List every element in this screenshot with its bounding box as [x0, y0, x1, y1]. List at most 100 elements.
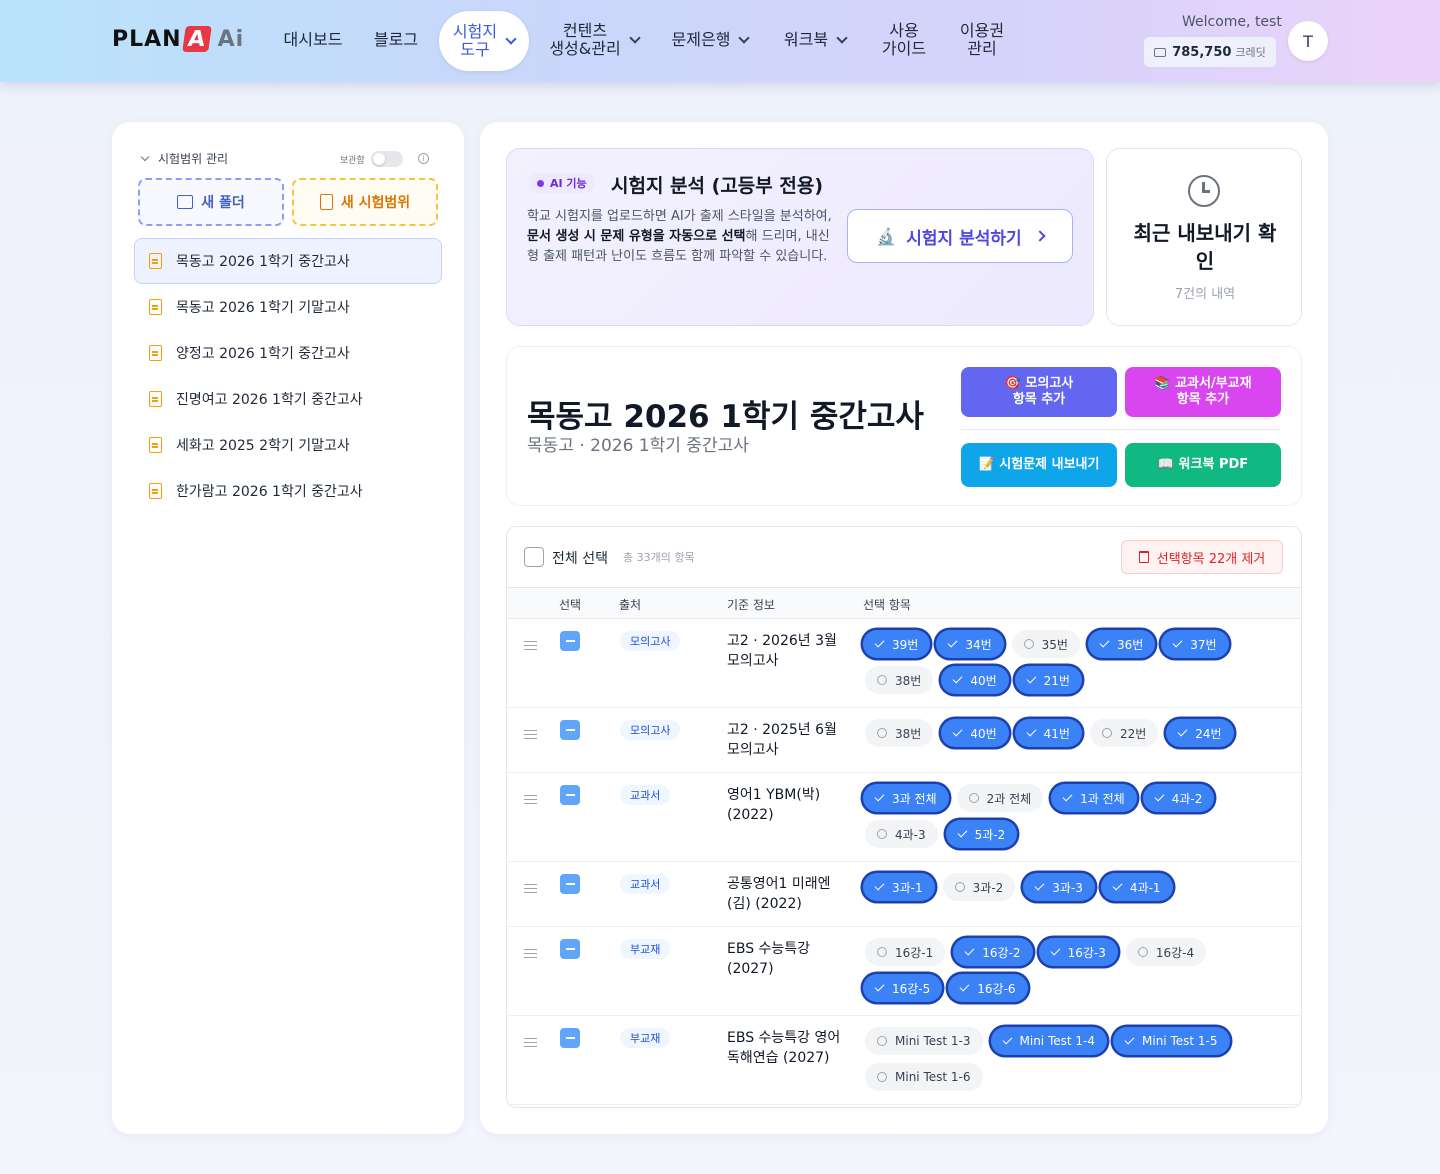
- credit-badge[interactable]: 785,750 크레딧: [1144, 37, 1276, 67]
- item-chip[interactable]: 5과-2: [945, 820, 1018, 848]
- item-chip[interactable]: 39번: [863, 630, 931, 658]
- chevron-down-icon: [629, 32, 641, 44]
- item-chip[interactable]: 16강-4: [1125, 938, 1207, 966]
- range-item[interactable]: 한가람고 2026 1학기 중간고사: [134, 468, 442, 514]
- item-chip[interactable]: Mini Test 1-4: [990, 1027, 1107, 1055]
- chevron-down-icon: [738, 32, 751, 44]
- table-row: 교과서 공통영어1 미래엔 (김) (2022) 3과-1 3과-2 3과-3 4과-1: [507, 862, 1301, 927]
- nav-workbook[interactable]: 워크북: [782, 28, 848, 52]
- add-textbook-button[interactable]: 📚 교과서/부교재 항목 추가: [1125, 367, 1281, 417]
- nav-subscription[interactable]: 이용권 관리: [954, 20, 1010, 60]
- row-partial-checkbox[interactable]: [560, 720, 580, 740]
- item-chip[interactable]: 34번: [936, 630, 1004, 658]
- add-mock-exam-line2: 항목 추가: [1012, 392, 1066, 407]
- drag-handle-icon[interactable]: [524, 795, 537, 804]
- item-chip-label: 3과-2: [972, 880, 1004, 895]
- drag-handle-icon[interactable]: [524, 1038, 537, 1047]
- item-chip[interactable]: 4과-3: [865, 820, 938, 848]
- row-partial-checkbox[interactable]: [560, 785, 580, 805]
- drag-handle-icon[interactable]: [524, 730, 537, 739]
- add-mock-exam-button[interactable]: 🎯 모의고사 항목 추가: [961, 367, 1117, 417]
- row-partial-checkbox[interactable]: [560, 631, 580, 651]
- document-icon: [149, 391, 162, 407]
- row-partial-checkbox[interactable]: [560, 874, 580, 894]
- nav-subscription-line1: 이용권: [959, 21, 1005, 40]
- new-folder-button[interactable]: 새 폴더: [138, 178, 284, 226]
- ai-card-description: 학교 시험지를 업로드하면 AI가 출제 스타일을 분석하여, 문서 생성 시 문…: [527, 207, 833, 267]
- check-icon: [1002, 1034, 1012, 1045]
- nav-content[interactable]: 컨텐츠 생성&관리: [548, 20, 641, 60]
- row-partial-checkbox[interactable]: [560, 939, 580, 959]
- item-chip[interactable]: Mini Test 1-5: [1113, 1027, 1230, 1055]
- item-chip[interactable]: Mini Test 1-6: [865, 1063, 983, 1091]
- export-exam-label: 📝 시험문제 내보내기: [978, 457, 1100, 472]
- source-badge: 부교재: [620, 939, 671, 959]
- item-chip[interactable]: 41번: [1014, 719, 1082, 747]
- nav-blog[interactable]: 블로그: [370, 28, 422, 52]
- item-chip[interactable]: 35번: [1011, 630, 1080, 658]
- item-chip[interactable]: 3과 전체: [863, 784, 949, 812]
- new-range-button[interactable]: 새 시험범위: [292, 178, 438, 226]
- item-chip[interactable]: 3과-3: [1023, 873, 1095, 901]
- item-chip[interactable]: 16강-1: [865, 938, 946, 966]
- workbook-pdf-button[interactable]: 📖 워크북 PDF: [1125, 443, 1281, 487]
- nav-guide[interactable]: 사용 가이드: [878, 20, 930, 60]
- item-chip-label: 3과-3: [1052, 880, 1083, 895]
- credit-amount: 785,750: [1172, 44, 1232, 60]
- range-section-toggle[interactable]: 시험범위 관리: [140, 150, 228, 167]
- item-chip[interactable]: 16강-5: [863, 974, 943, 1002]
- drag-handle-icon[interactable]: [524, 949, 537, 958]
- item-chip-label: Mini Test 1-6: [895, 1070, 971, 1084]
- archive-toggle[interactable]: [370, 151, 403, 167]
- item-chip[interactable]: 38번: [865, 666, 934, 694]
- item-chip[interactable]: 16강-3: [1038, 938, 1118, 966]
- export-exam-button[interactable]: 📝 시험문제 내보내기: [961, 443, 1117, 487]
- drag-handle-icon[interactable]: [524, 641, 537, 650]
- item-chip[interactable]: 16강-6: [948, 974, 1028, 1002]
- item-chip[interactable]: 40번: [941, 666, 1009, 694]
- range-item[interactable]: 목동고 2026 1학기 기말고사: [134, 284, 442, 330]
- delete-selected-button[interactable]: 선택항목 22개 제거: [1121, 540, 1283, 574]
- item-chip[interactable]: 36번: [1087, 630, 1156, 658]
- item-chip[interactable]: 2과 전체: [956, 784, 1044, 812]
- info-icon[interactable]: i: [418, 153, 429, 164]
- user-avatar[interactable]: T: [1288, 21, 1328, 61]
- range-item[interactable]: 진명여고 2026 1학기 중간고사: [134, 376, 442, 422]
- chevron-down-icon: [140, 152, 150, 162]
- item-chip[interactable]: 24번: [1166, 719, 1234, 747]
- planai-logo[interactable]: PLAN A Ai: [112, 26, 244, 52]
- item-chip[interactable]: 16강-2: [953, 938, 1033, 966]
- check-icon: [1026, 726, 1037, 737]
- select-all-checkbox[interactable]: [524, 547, 544, 567]
- item-chip[interactable]: 38번: [865, 719, 934, 747]
- nav-question-bank[interactable]: 문제은행: [670, 28, 751, 52]
- check-icon: [874, 981, 885, 992]
- range-item[interactable]: 목동고 2026 1학기 중간고사: [134, 238, 442, 284]
- item-chip[interactable]: 40번: [941, 719, 1009, 747]
- range-item-label: 진명여고 2026 1학기 중간고사: [176, 392, 363, 408]
- item-chip[interactable]: 22번: [1089, 719, 1159, 747]
- archive-label: 보관함: [340, 155, 365, 166]
- item-chip[interactable]: 4과-1: [1100, 873, 1173, 901]
- new-folder-label: 새 폴더: [201, 195, 245, 211]
- nav-exam-tools[interactable]: 시험지 도구: [439, 11, 529, 71]
- recent-exports-card[interactable]: 최근 내보내기 확인 7건의 내역: [1106, 148, 1302, 326]
- drag-handle-icon[interactable]: [524, 884, 537, 893]
- item-chip[interactable]: 3과-1: [863, 873, 935, 901]
- item-chip[interactable]: 1과 전체: [1051, 784, 1137, 812]
- range-item[interactable]: 양정고 2026 1학기 중간고사: [134, 330, 442, 376]
- item-chip[interactable]: 37번: [1161, 630, 1229, 658]
- item-chip[interactable]: 21번: [1014, 666, 1082, 694]
- nav-dashboard[interactable]: 대시보드: [282, 28, 344, 52]
- item-chip[interactable]: 3과-2: [942, 873, 1016, 901]
- item-chip[interactable]: 4과-2: [1142, 784, 1215, 812]
- select-all-label[interactable]: 전체 선택: [552, 548, 608, 568]
- add-textbook-line1: 📚 교과서/부교재: [1154, 376, 1252, 391]
- item-chip[interactable]: Mini Test 1-3: [865, 1027, 983, 1055]
- check-icon: [874, 637, 885, 648]
- analyze-exam-button[interactable]: 🔬 시험지 분석하기: [847, 209, 1073, 263]
- item-chip-label: 41번: [1043, 726, 1070, 741]
- range-item[interactable]: 세화고 2025 2학기 기말고사: [134, 422, 442, 468]
- item-chip-label: 16강-5: [892, 981, 931, 996]
- row-partial-checkbox[interactable]: [560, 1028, 580, 1048]
